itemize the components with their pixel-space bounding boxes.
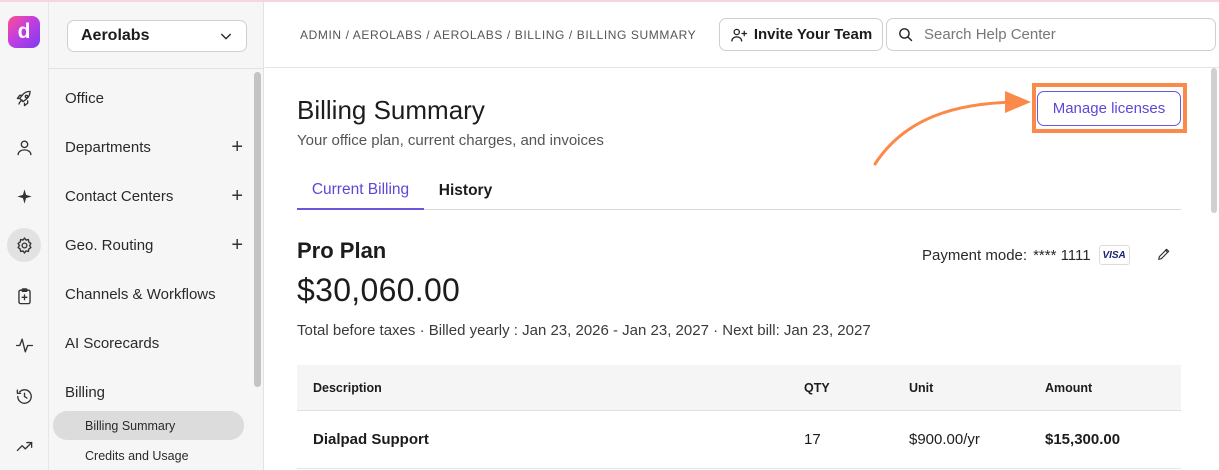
tab-current-billing[interactable]: Current Billing	[297, 172, 424, 210]
sidebar-subitem-label: Credits and Usage	[85, 448, 189, 463]
sidebar-item-label: AI Scorecards	[65, 334, 160, 352]
visa-card-icon: VISA	[1098, 245, 1130, 265]
sparkle-icon[interactable]	[7, 179, 41, 213]
plan-name: Pro Plan	[297, 238, 387, 263]
column-header-amount: Amount	[1045, 380, 1093, 395]
sidebar-item-ai-scorecards[interactable]: AI Scorecards	[65, 329, 243, 357]
annotation-arrow	[873, 91, 1031, 166]
sidebar-subitem-credits-usage[interactable]: Credits and Usage	[53, 441, 244, 470]
sidebar-subitem-label: Billing Summary	[85, 418, 176, 433]
cell-description: Dialpad Support	[313, 431, 429, 448]
main-content: Billing Summary Your office plan, curren…	[265, 68, 1219, 470]
sidebar-item-contact-centers[interactable]: Contact Centers +	[65, 182, 243, 210]
org-selector-value: Aerolabs	[81, 27, 150, 44]
clipboard-icon[interactable]	[7, 279, 41, 313]
billing-line-items-table: Description QTY Unit Amount Dialpad Supp…	[297, 365, 1181, 469]
sidebar-subitem-billing-summary[interactable]: Billing Summary	[53, 411, 244, 440]
sidebar-item-label: Billing	[65, 383, 106, 401]
table-row: Dialpad Support 17 $900.00/yr $15,300.00	[297, 411, 1181, 469]
sidebar-item-label: Contact Centers	[65, 187, 174, 205]
cell-amount: $15,300.00	[1045, 431, 1121, 448]
payment-mode: Payment mode: **** 1111 VISA	[922, 245, 1130, 265]
main-scrollbar[interactable]	[1211, 68, 1217, 213]
trending-icon[interactable]	[7, 429, 41, 463]
chevron-down-icon	[220, 33, 232, 40]
dialpad-logo[interactable]: d	[8, 16, 40, 48]
user-icon[interactable]	[7, 130, 41, 164]
table-header: Description QTY Unit Amount	[297, 365, 1181, 411]
cell-unit: $900.00/yr	[909, 431, 980, 448]
edit-payment-icon[interactable]	[1156, 246, 1174, 264]
sidebar-item-office[interactable]: Office	[65, 84, 243, 112]
billing-tabs: Current Billing History	[297, 172, 1181, 210]
cell-qty: 17	[804, 431, 821, 448]
gear-icon[interactable]	[7, 228, 41, 262]
activity-icon[interactable]	[7, 328, 41, 362]
breadcrumb[interactable]: ADMIN / AEROLABS / AEROLABS / BILLING / …	[300, 28, 696, 42]
org-selector[interactable]: Aerolabs	[67, 20, 247, 52]
sidebar-item-label: Departments	[65, 138, 151, 156]
plus-icon[interactable]: +	[231, 186, 243, 206]
invite-team-label: Invite Your Team	[753, 26, 873, 43]
rocket-icon[interactable]	[7, 81, 41, 115]
help-search[interactable]	[886, 18, 1216, 51]
page-subtitle: Your office plan, current charges, and i…	[297, 132, 604, 149]
history-icon[interactable]	[7, 379, 41, 413]
search-icon	[899, 28, 913, 42]
sidebar-item-geo-routing[interactable]: Geo. Routing +	[65, 231, 243, 259]
column-header-qty: QTY	[804, 380, 830, 395]
help-search-input[interactable]	[924, 26, 1194, 43]
card-number: **** 1111	[1033, 246, 1091, 264]
column-header-description: Description	[313, 380, 382, 395]
plus-icon[interactable]: +	[231, 137, 243, 157]
settings-sidebar: Aerolabs Office Departments + Contact Ce…	[49, 2, 264, 470]
logo-letter: d	[17, 20, 31, 43]
sidebar-item-label: Office	[65, 89, 104, 107]
column-header-unit: Unit	[909, 380, 934, 395]
manage-licenses-button[interactable]: Manage licenses	[1037, 91, 1181, 126]
sidebar-item-label: Channels & Workflows	[65, 285, 216, 303]
tab-history[interactable]: History	[432, 172, 499, 210]
plan-billing-details: Total before taxes · Billed yearly : Jan…	[297, 322, 871, 339]
icon-rail: d	[0, 2, 49, 470]
sidebar-item-departments[interactable]: Departments +	[65, 133, 243, 161]
top-bar: ADMIN / AEROLABS / AEROLABS / BILLING / …	[265, 2, 1219, 68]
sidebar-item-channels-workflows[interactable]: Channels & Workflows	[65, 280, 243, 308]
plan-price: $30,060.00	[297, 272, 461, 308]
invite-team-button[interactable]: Invite Your Team	[719, 18, 883, 51]
sidebar-divider	[49, 68, 264, 69]
sidebar-item-billing[interactable]: Billing	[65, 378, 243, 406]
payment-mode-label: Payment mode:	[922, 246, 1028, 264]
sidebar-item-label: Geo. Routing	[65, 236, 154, 254]
sidebar-scrollbar[interactable]	[254, 72, 261, 387]
page-title: Billing Summary	[297, 95, 485, 125]
plus-icon[interactable]: +	[231, 235, 243, 255]
user-plus-icon	[731, 28, 747, 42]
